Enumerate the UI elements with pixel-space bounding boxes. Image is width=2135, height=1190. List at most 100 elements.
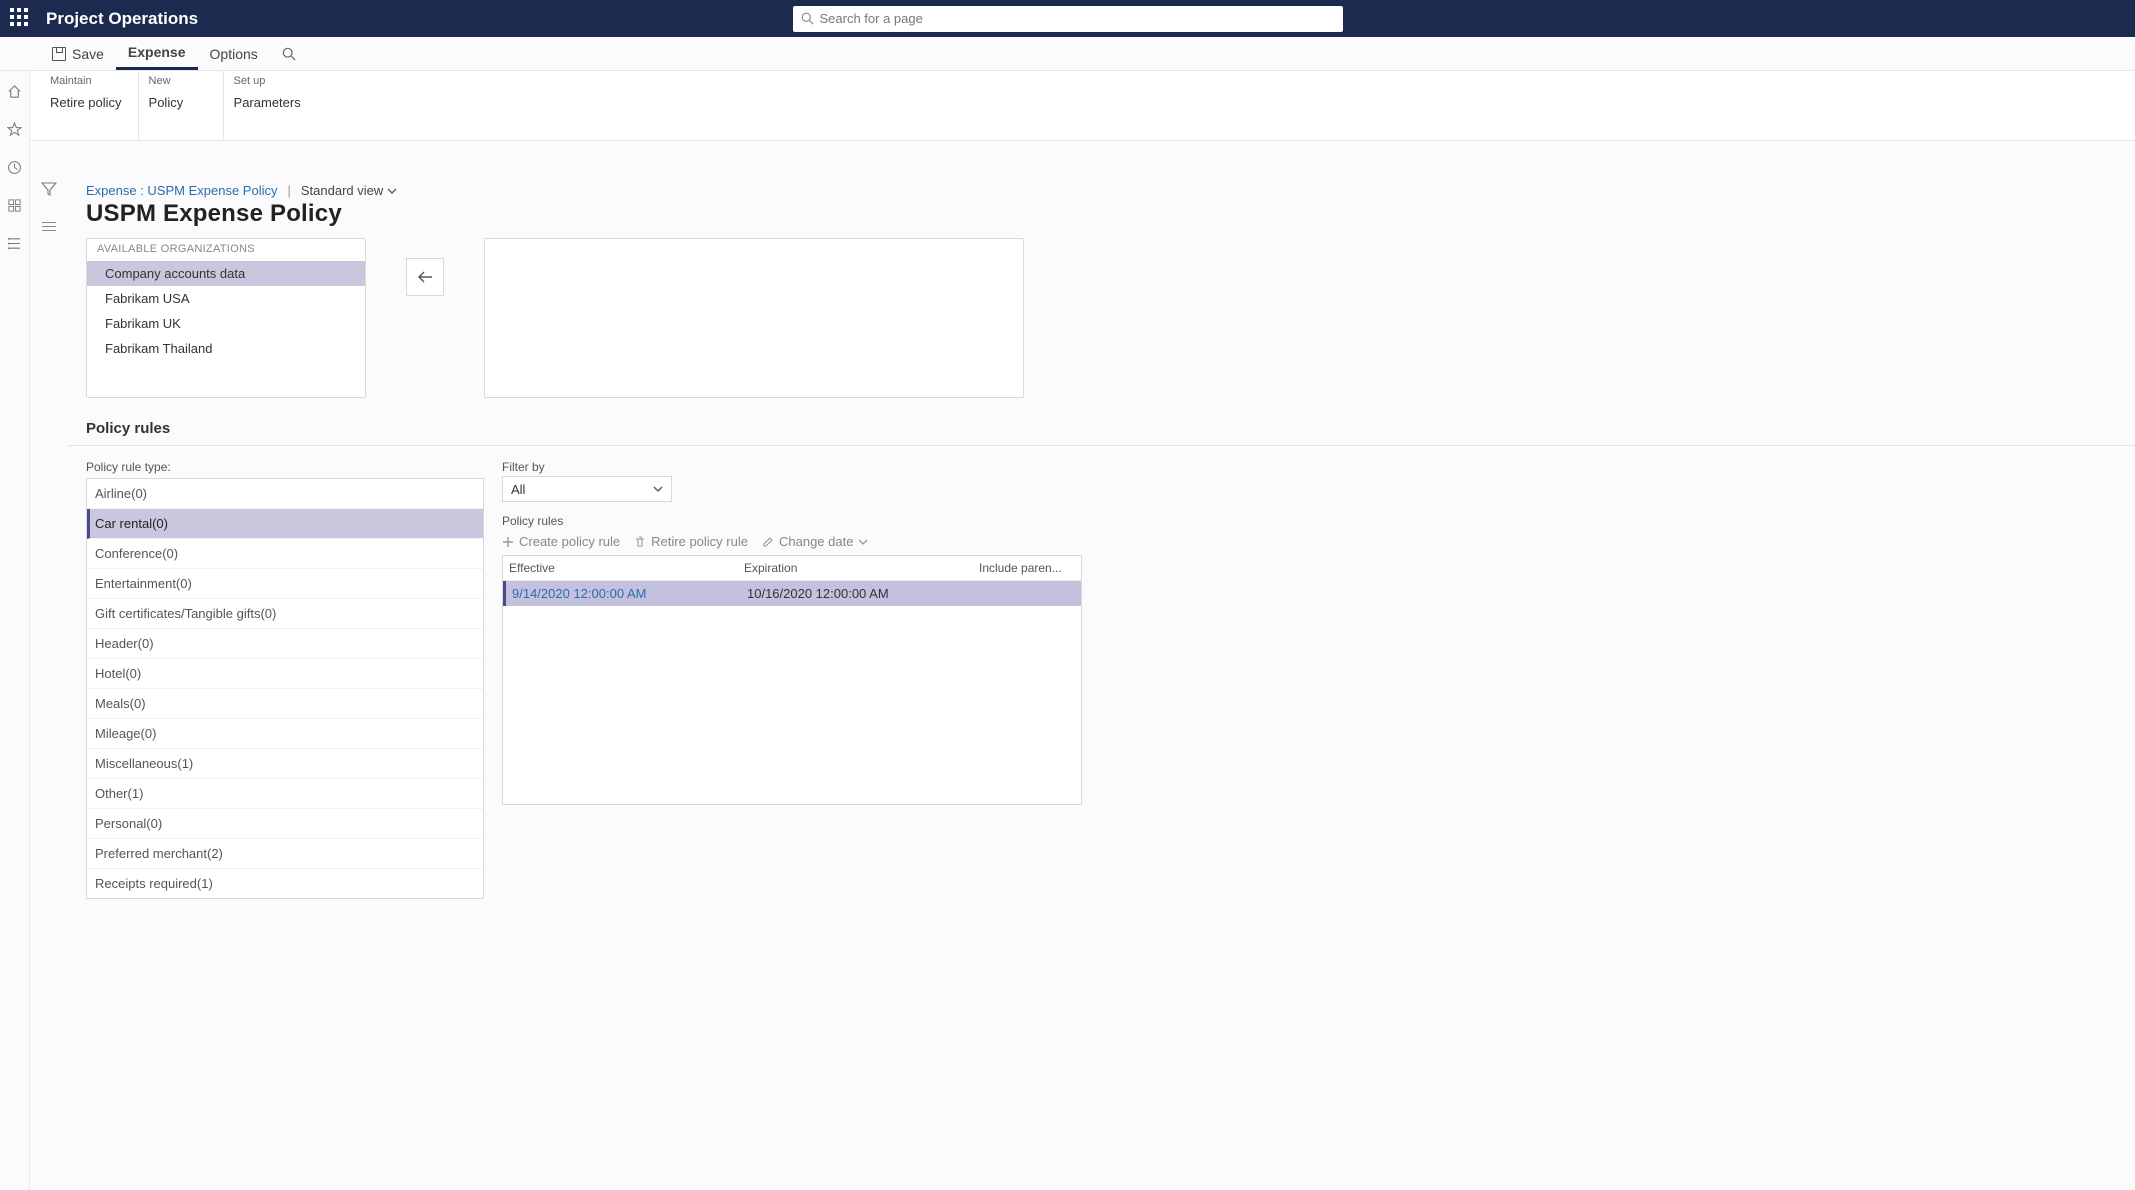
tab-expense[interactable]: Expense (116, 37, 198, 70)
rules-toolstrip: Create policy rule Retire policy rule Ch… (502, 534, 1082, 549)
org-item[interactable]: Fabrikam UK (87, 311, 365, 336)
org-item[interactable]: Fabrikam USA (87, 286, 365, 311)
rule-type-item[interactable]: Gift certificates/Tangible gifts(0) (87, 599, 483, 629)
create-policy-rule-button[interactable]: Create policy rule (502, 534, 620, 549)
tab-options-label: Options (210, 46, 258, 62)
page-content: Expense : USPM Expense Policy | Standard… (68, 175, 2135, 1190)
action-bar: Save Expense Options (0, 37, 2135, 71)
policy-rules-grid: Effective Expiration Include paren... 9/… (502, 555, 1082, 805)
ribbon-group-setup: Set up Parameters (224, 71, 317, 140)
app-launcher-icon[interactable] (10, 8, 32, 30)
parameters-button[interactable]: Parameters (234, 95, 301, 110)
search-icon (801, 12, 814, 25)
search-placeholder: Search for a page (820, 11, 923, 26)
available-orgs-box: AVAILABLE ORGANIZATIONS Company accounts… (86, 238, 366, 398)
group-label-new: New (149, 75, 171, 87)
policy-rules-heading: Policy rules (68, 398, 2135, 443)
rule-type-item[interactable]: Preferred merchant(2) (87, 839, 483, 869)
grid-body: 9/14/2020 12:00:00 AM10/16/2020 12:00:00… (503, 581, 1081, 606)
trash-icon (634, 536, 646, 548)
cell-include (976, 581, 1081, 606)
filter-icon[interactable] (41, 181, 57, 202)
list-toggle-icon[interactable] (42, 222, 56, 231)
plus-icon (502, 536, 514, 548)
rule-type-item[interactable]: Header(0) (87, 629, 483, 659)
save-button[interactable]: Save (40, 37, 116, 70)
selected-orgs-box (484, 238, 1024, 398)
cell-expiration: 10/16/2020 12:00:00 AM (741, 581, 976, 606)
rule-type-item[interactable]: Airline(0) (87, 479, 483, 509)
retire-policy-button[interactable]: Retire policy (50, 95, 122, 110)
filter-by-label: Filter by (502, 460, 1082, 474)
rule-types-column: Policy rule type: Airline(0)Car rental(0… (86, 460, 484, 899)
create-label: Create policy rule (519, 534, 620, 549)
org-item[interactable]: Company accounts data (87, 261, 365, 286)
rule-type-item[interactable]: Meals(0) (87, 689, 483, 719)
tab-options[interactable]: Options (198, 37, 270, 70)
grid-row[interactable]: 9/14/2020 12:00:00 AM10/16/2020 12:00:00… (503, 581, 1081, 606)
orgs-header: AVAILABLE ORGANIZATIONS (87, 239, 365, 255)
rule-type-item[interactable]: Other(1) (87, 779, 483, 809)
retire-label: Retire policy rule (651, 534, 748, 549)
move-left-button[interactable] (406, 258, 444, 296)
rule-type-label: Policy rule type: (86, 460, 484, 474)
rule-type-item[interactable]: Conference(0) (87, 539, 483, 569)
cell-effective[interactable]: 9/14/2020 12:00:00 AM (506, 581, 741, 606)
product-title: Project Operations (46, 9, 198, 29)
rule-type-item[interactable]: Mileage(0) (87, 719, 483, 749)
organizations-panel: AVAILABLE ORGANIZATIONS Company accounts… (68, 236, 2135, 398)
col-include-parent[interactable]: Include paren... (973, 556, 1081, 580)
ribbon: Maintain Retire policy New Policy Set up… (0, 71, 2135, 141)
home-icon[interactable] (7, 83, 23, 99)
group-label-setup: Set up (234, 75, 266, 87)
breadcrumb-separator: | (287, 183, 290, 198)
breadcrumb-row: Expense : USPM Expense Policy | Standard… (68, 175, 2135, 200)
retire-policy-rule-button[interactable]: Retire policy rule (634, 534, 748, 549)
chevron-down-icon (858, 539, 868, 545)
new-policy-button[interactable]: Policy (149, 95, 184, 110)
favorites-icon[interactable] (7, 121, 23, 137)
view-label: Standard view (301, 183, 383, 198)
rule-type-item[interactable]: Personal(0) (87, 809, 483, 839)
rule-type-item[interactable]: Car rental(0) (87, 509, 483, 539)
group-label-maintain: Maintain (50, 75, 92, 87)
chevron-down-icon (653, 486, 663, 492)
save-label: Save (72, 46, 104, 62)
col-effective[interactable]: Effective (503, 556, 738, 580)
modules-icon[interactable] (7, 235, 23, 251)
breadcrumb-link[interactable]: Expense : USPM Expense Policy (86, 183, 277, 198)
change-date-label: Change date (779, 534, 853, 549)
rules-column: Filter by All Policy rules Create policy… (502, 460, 1082, 805)
edit-icon (762, 536, 774, 548)
arrow-left-icon (417, 270, 433, 284)
workspaces-icon[interactable] (7, 197, 23, 213)
ribbon-group-maintain: Maintain Retire policy (40, 71, 139, 140)
policy-rules-area: Policy rule type: Airline(0)Car rental(0… (68, 446, 2135, 929)
rule-types-list: Airline(0)Car rental(0)Conference(0)Ente… (86, 478, 484, 899)
rule-type-item[interactable]: Receipts required(1) (87, 869, 483, 898)
global-search[interactable]: Search for a page (793, 6, 1343, 32)
chevron-down-icon (387, 188, 397, 194)
col-expiration[interactable]: Expiration (738, 556, 973, 580)
filter-by-select[interactable]: All (502, 476, 672, 502)
orgs-list: Company accounts dataFabrikam USAFabrika… (87, 261, 365, 361)
actionbar-search[interactable] (270, 37, 308, 70)
recent-icon[interactable] (7, 159, 23, 175)
global-header: Project Operations Search for a page (0, 0, 2135, 37)
left-rail (0, 37, 30, 1190)
view-selector[interactable]: Standard view (301, 183, 397, 198)
grid-header: Effective Expiration Include paren... (503, 556, 1081, 581)
policy-rules-label: Policy rules (502, 514, 1082, 528)
change-date-button[interactable]: Change date (762, 534, 868, 549)
rule-type-item[interactable]: Miscellaneous(1) (87, 749, 483, 779)
page-title: USPM Expense Policy (68, 200, 2135, 236)
save-icon (52, 47, 66, 61)
filter-by-value: All (511, 482, 525, 497)
ribbon-group-new: New Policy (139, 71, 224, 140)
form-rail (30, 175, 68, 231)
rule-type-item[interactable]: Entertainment(0) (87, 569, 483, 599)
tab-expense-label: Expense (128, 44, 186, 60)
rule-type-item[interactable]: Hotel(0) (87, 659, 483, 689)
search-icon (282, 47, 296, 61)
org-item[interactable]: Fabrikam Thailand (87, 336, 365, 361)
